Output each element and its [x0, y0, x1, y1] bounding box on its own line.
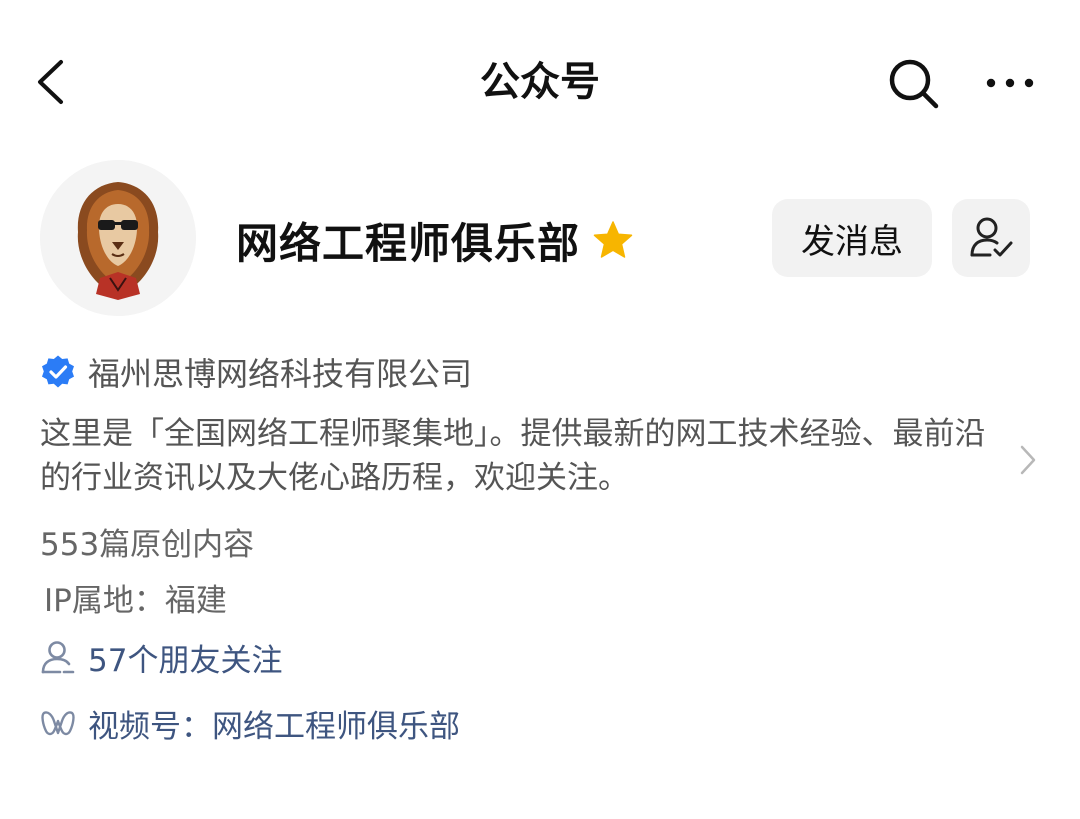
friends-following-row[interactable]: 57个朋友关注 [40, 632, 282, 682]
channels-icon [40, 705, 76, 741]
friends-following-text: 57个朋友关注 [88, 642, 283, 679]
star-icon [592, 219, 634, 261]
user-check-icon [970, 217, 1013, 257]
user-icon [40, 639, 76, 675]
original-content-count[interactable]: 553篇原创内容 [40, 522, 254, 568]
search-button[interactable] [884, 54, 944, 114]
chevron-left-icon [38, 60, 63, 104]
lion-avatar-icon [40, 160, 196, 316]
page-title: 公众号 [480, 59, 600, 105]
account-name: 网络工程师俱乐部 [236, 218, 581, 268]
search-icon [889, 59, 939, 109]
company-name: 福州思博网络科技有限公司 [88, 355, 473, 393]
back-button[interactable] [28, 58, 72, 106]
channels-text: 视频号：网络工程师俱乐部 [88, 708, 460, 745]
send-message-button[interactable]: 发消息 [772, 199, 932, 277]
description-block[interactable]: 这里是「全国网络工程师聚集地」。提供最新的网工技术经验、最前沿的行业资讯以及大佬… [40, 412, 1036, 500]
account-name-row: 网络工程师俱乐部 [236, 208, 634, 272]
top-nav-bar: 公众号 [0, 0, 1080, 165]
verified-company-row[interactable]: 福州思博网络科技有限公司 [40, 346, 472, 398]
more-dots-icon [986, 78, 1034, 88]
follow-button[interactable] [952, 199, 1030, 277]
account-description: 这里是「全国网络工程师聚集地」。提供最新的网工技术经验、最前沿的行业资讯以及大佬… [40, 416, 986, 496]
verified-badge-icon [40, 354, 76, 390]
ip-location: IP属地：福建 [44, 583, 227, 619]
channels-row[interactable]: 视频号：网络工程师俱乐部 [40, 698, 460, 748]
more-button[interactable] [980, 60, 1040, 106]
avatar[interactable] [40, 160, 196, 316]
chevron-right-icon [1016, 442, 1040, 478]
